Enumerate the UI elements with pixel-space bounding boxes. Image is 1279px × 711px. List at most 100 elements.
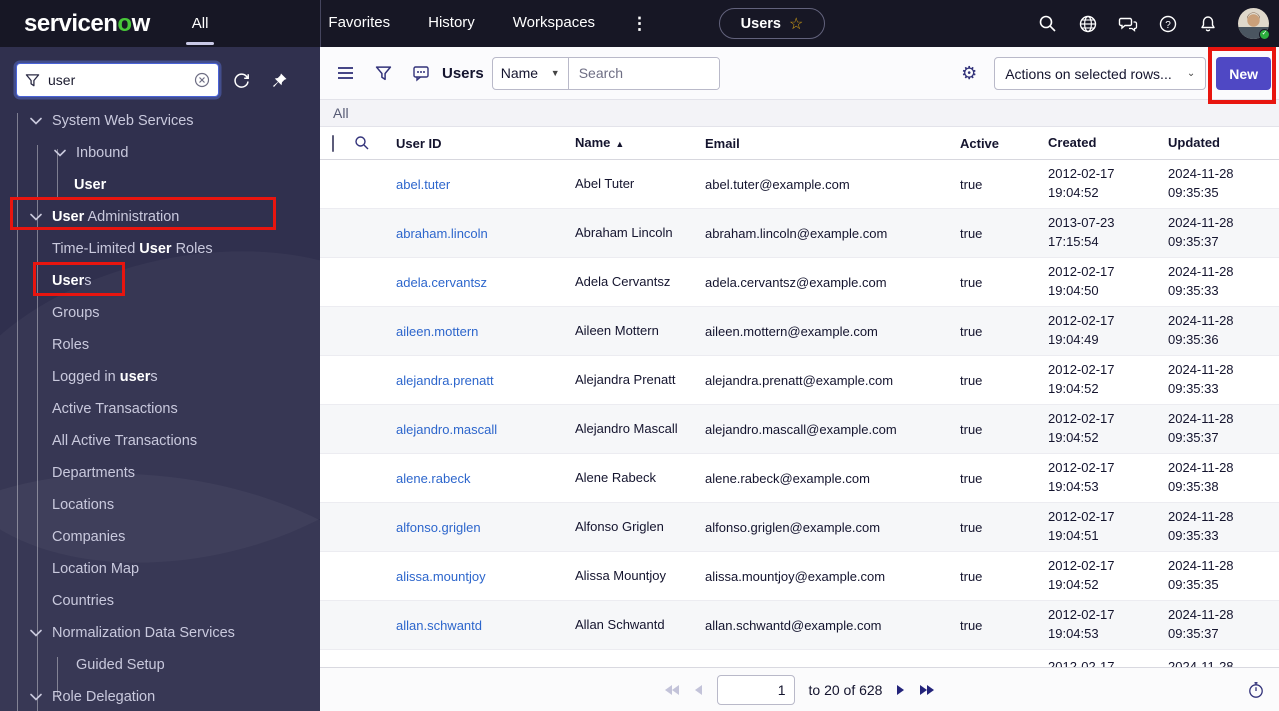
sidebar-item-all-active-transactions[interactable]: All Active Transactions: [0, 425, 320, 457]
table-header-row: User ID Name ▲ Email Active Created Updat…: [320, 127, 1279, 160]
sidebar-item-countries[interactable]: Countries: [0, 585, 320, 617]
list-settings-gear-icon[interactable]: ⚙: [954, 59, 984, 89]
chevron-down-icon[interactable]: [30, 213, 42, 221]
search-field-select[interactable]: Name ▼: [493, 57, 569, 89]
pin-sidebar-icon[interactable]: [263, 64, 295, 96]
column-search-icon[interactable]: [354, 135, 386, 151]
user-id-link[interactable]: allan.schwantd: [396, 618, 482, 633]
sidebar-item-groups[interactable]: Groups: [0, 297, 320, 329]
bell-icon[interactable]: [1192, 8, 1223, 39]
select-all-checkbox[interactable]: [332, 134, 334, 152]
sidebar-item-user-administration[interactable]: User Administration: [0, 201, 320, 233]
column-header-email[interactable]: Email: [695, 136, 960, 151]
search-icon[interactable]: [1032, 8, 1063, 39]
column-header-user-id[interactable]: User ID: [386, 136, 565, 151]
name-cell: Aileen Mottern: [575, 322, 659, 338]
email-cell: abraham.lincoln@example.com: [705, 225, 888, 241]
table-row[interactable]: alejandra.prenatt Alejandra Prenatt alejan…: [320, 356, 1279, 405]
tab-all-menu[interactable]: All: [180, 0, 221, 47]
response-time-clock-icon[interactable]: [1247, 681, 1265, 699]
column-header-name[interactable]: Name ▲: [565, 134, 695, 153]
user-id-link[interactable]: alene.rabeck: [396, 471, 470, 486]
sidebar-item-location-map[interactable]: Location Map: [0, 553, 320, 585]
created-cell: 2012-02-17 19:04:49: [1048, 313, 1115, 347]
active-cell: true: [960, 421, 983, 437]
list-search-input[interactable]: [568, 57, 719, 89]
chevron-down-icon[interactable]: [30, 629, 42, 637]
more-menu-kebab-icon[interactable]: ⋮: [621, 6, 658, 42]
current-page-pill[interactable]: Users ☆: [719, 8, 825, 39]
actions-on-selected-rows-select[interactable]: Actions on selected rows... ⌄: [994, 57, 1207, 90]
sidebar-item-active-transactions[interactable]: Active Transactions: [0, 393, 320, 425]
user-id-link[interactable]: alejandra.prenatt: [396, 373, 494, 388]
table-row[interactable]: adela.cervantsz Adela Cervantsz adela.cerv…: [320, 258, 1279, 307]
filter-navigator-input[interactable]: [48, 72, 194, 88]
menu-favorites[interactable]: Favorites: [316, 6, 402, 42]
table-row[interactable]: alene.rabeck Alene Rabeck alene.rabeck@exa…: [320, 454, 1279, 503]
list-footer: to 20 of 628: [320, 667, 1279, 711]
chat-icon[interactable]: [1112, 8, 1143, 39]
menu-history[interactable]: History: [416, 6, 487, 42]
sidebar-item-departments[interactable]: Departments: [0, 457, 320, 489]
user-id-link[interactable]: aileen.mottern: [396, 324, 478, 339]
page-number-input[interactable]: [716, 674, 795, 705]
first-page-icon[interactable]: [664, 684, 680, 696]
favorite-star-icon[interactable]: ☆: [789, 14, 803, 34]
sidebar-item-normalization-data-services[interactable]: Normalization Data Services: [0, 617, 320, 649]
sidebar-item-roles[interactable]: Roles: [0, 329, 320, 361]
sidebar-item-locations[interactable]: Locations: [0, 489, 320, 521]
chevron-down-icon[interactable]: [30, 117, 42, 125]
chevron-down-icon[interactable]: [30, 693, 42, 701]
column-header-updated[interactable]: Updated: [1168, 134, 1279, 153]
previous-page-icon[interactable]: [694, 684, 703, 696]
user-id-link[interactable]: abraham.lincoln: [396, 226, 488, 241]
name-cell: Adela Cervantsz: [575, 273, 671, 289]
main-content: Users Name ▼ ⚙ Actions on selected rows.…: [320, 47, 1279, 711]
user-id-link[interactable]: adela.cervantsz: [396, 275, 487, 290]
sidebar-item-users[interactable]: User s: [0, 265, 320, 297]
active-tab-underline: [185, 42, 215, 45]
sidebar-item-inbound[interactable]: Inbound: [0, 137, 320, 169]
table-row[interactable]: alfonso.griglen Alfonso Griglen alfonso.gr…: [320, 503, 1279, 552]
table-row[interactable]: alejandro.mascall Alejandro Mascall alejan…: [320, 405, 1279, 454]
menu-workspaces[interactable]: Workspaces: [501, 6, 607, 42]
table-row[interactable]: abraham.lincoln Abraham Lincoln abraham.li…: [320, 209, 1279, 258]
sidebar-item-logged-in-users[interactable]: Logged in user s: [0, 361, 320, 393]
avatar[interactable]: ✓: [1238, 8, 1270, 40]
sidebar-item-user[interactable]: User: [0, 169, 320, 201]
globe-icon[interactable]: [1072, 8, 1103, 39]
table-row[interactable]: abel.tuter Abel Tuter abel.tuter@example.c…: [320, 160, 1279, 209]
navigator-filter-box: [16, 63, 219, 97]
table-body: abel.tuter Abel Tuter abel.tuter@example.c…: [320, 160, 1279, 667]
sidebar-item-time-limited-user-roles[interactable]: Time-Limited User Roles: [0, 233, 320, 265]
refresh-icon[interactable]: [225, 64, 257, 96]
sidebar-item-companies[interactable]: Companies: [0, 521, 320, 553]
table-row[interactable]: aileen.mottern Aileen Mottern aileen.motte…: [320, 307, 1279, 356]
name-cell: Alfonso Griglen: [575, 518, 664, 534]
breadcrumb[interactable]: All: [333, 105, 349, 121]
new-button[interactable]: New: [1216, 57, 1271, 90]
last-page-icon[interactable]: [919, 684, 935, 696]
table-row[interactable]: alissa.mountjoy Alissa Mountjoy alissa.mou…: [320, 552, 1279, 601]
sidebar-item-guided-setup[interactable]: Guided Setup: [0, 649, 320, 681]
table-row[interactable]: allan.schwantd Allan Schwantd allan.schwan…: [320, 601, 1279, 650]
name-cell: Abel Tuter: [575, 175, 635, 191]
name-cell: Allan Schwantd: [575, 616, 665, 632]
user-id-link[interactable]: alissa.mountjoy: [396, 569, 486, 584]
user-id-link[interactable]: abel.tuter: [396, 177, 450, 192]
next-page-icon[interactable]: [896, 684, 905, 696]
clear-filter-icon[interactable]: [194, 72, 210, 88]
user-id-link[interactable]: alejandro.mascall: [396, 422, 497, 437]
column-header-created[interactable]: Created: [1048, 134, 1168, 153]
sidebar-item-system-web-services[interactable]: System Web Services: [0, 105, 320, 137]
sidebar-item-role-delegation[interactable]: Role Delegation: [0, 681, 320, 711]
active-cell: true: [960, 323, 983, 339]
list-comments-icon[interactable]: [406, 58, 436, 88]
help-icon[interactable]: ?: [1152, 8, 1183, 39]
user-id-link[interactable]: alfonso.griglen: [396, 520, 481, 535]
column-header-active[interactable]: Active: [960, 136, 1048, 151]
list-filter-funnel-icon[interactable]: [368, 58, 398, 88]
chevron-down-icon[interactable]: [54, 149, 66, 157]
updated-cell: 2024-11-28 09:35:37: [1168, 215, 1234, 249]
list-controls-hamburger-icon[interactable]: [330, 58, 360, 88]
